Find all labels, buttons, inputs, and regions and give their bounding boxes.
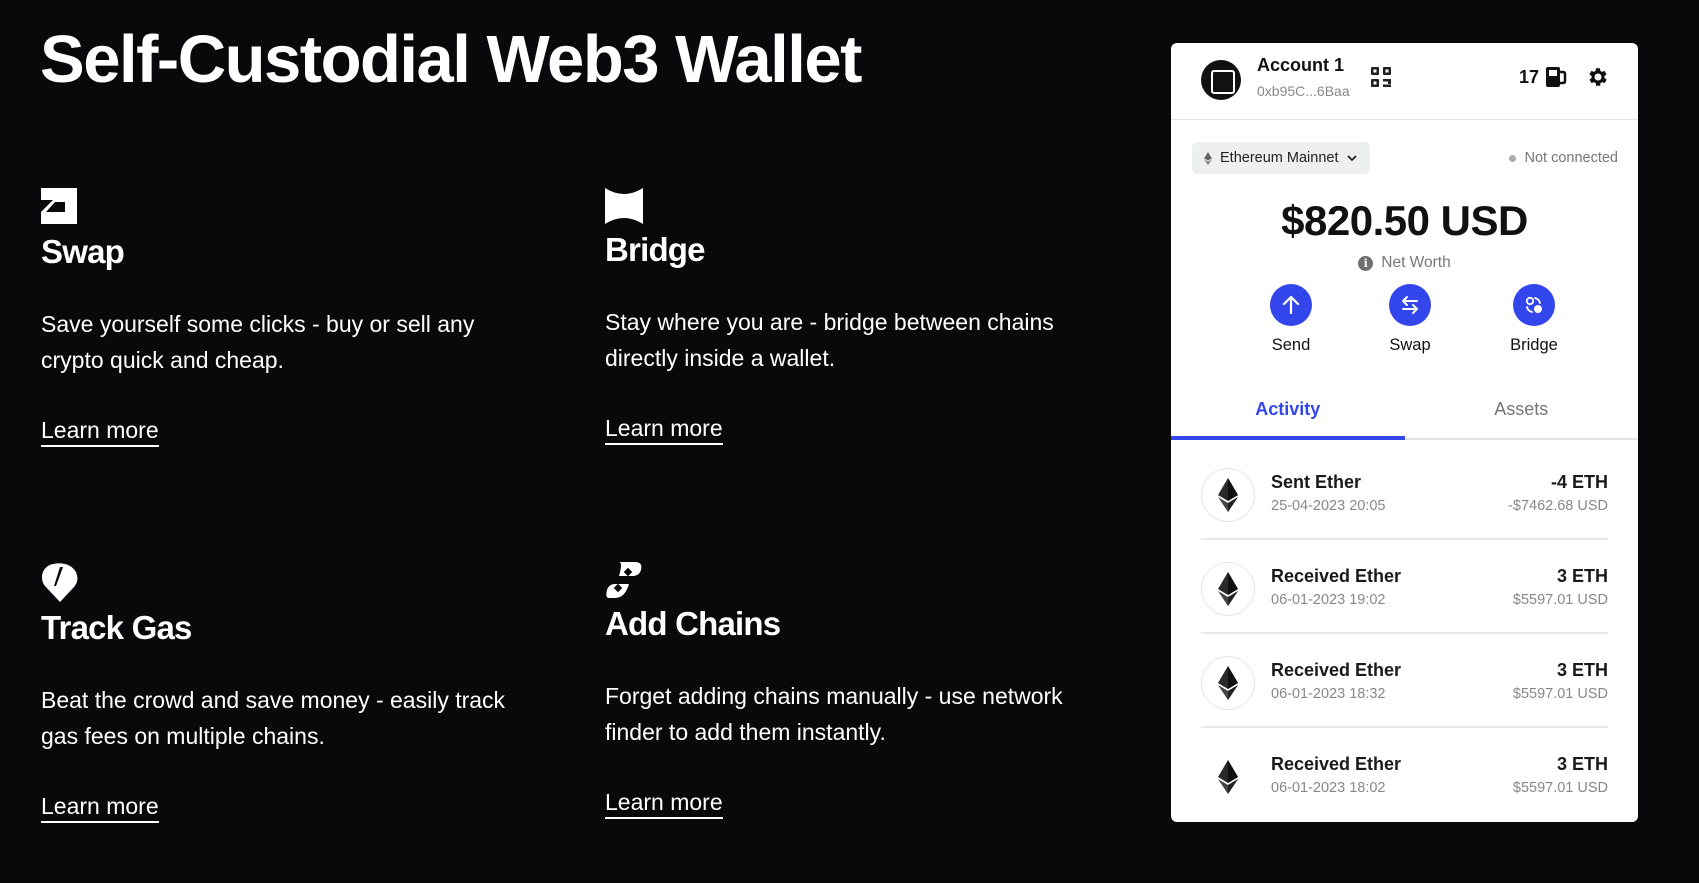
info-icon[interactable]: i: [1358, 255, 1374, 271]
transaction-date: 06-01-2023 18:32: [1271, 686, 1386, 702]
action-buttons: Send Swap Bridge: [1171, 284, 1638, 384]
transaction-usd-value: $5597.01 USD: [1512, 686, 1608, 702]
swap-button[interactable]: Swap: [1370, 284, 1450, 355]
transaction-amount: 3 ETH: [1556, 566, 1608, 586]
settings-gear-icon[interactable]: [1586, 65, 1610, 89]
ethereum-coin-icon: [1201, 562, 1255, 616]
transaction-usd-value: $5597.01 USD: [1512, 780, 1608, 796]
transaction-title: Received Ether: [1271, 566, 1402, 586]
transaction-row[interactable]: Received Ether 06-01-2023 18:32 3 ETH $5…: [1201, 634, 1608, 728]
transaction-amount: -4 ETH: [1550, 472, 1608, 492]
page-title: Self-Custodial Web3 Wallet: [40, 22, 862, 97]
swap-label: Swap: [1389, 336, 1431, 354]
send-label: Send: [1271, 336, 1311, 354]
activity-list: Sent Ether 25-04-2023 20:05 -4 ETH -$746…: [1171, 446, 1638, 822]
gas-price: 17: [1519, 67, 1540, 87]
connection-status-text: Not connected: [1524, 150, 1618, 166]
qr-code-icon[interactable]: [1369, 65, 1393, 89]
learn-more-link[interactable]: Learn more: [41, 792, 159, 823]
connection-status: Not connected: [1509, 150, 1618, 166]
wallet-header: Account 1 0xb95C...6Baa 17: [1171, 43, 1638, 120]
learn-more-link[interactable]: Learn more: [41, 416, 159, 447]
feature-description: Beat the crowd and save money - easily t…: [41, 687, 506, 749]
transaction-row[interactable]: Sent Ether 25-04-2023 20:05 -4 ETH -$746…: [1201, 446, 1608, 540]
transaction-title: Received Ether: [1271, 660, 1402, 680]
feature-title: Bridge: [605, 231, 706, 268]
ethereum-icon: [1204, 151, 1212, 165]
feature-description: Save yourself some clicks - buy or sell …: [41, 311, 475, 373]
feature-description: Forget adding chains manually - use netw…: [605, 683, 1063, 745]
ethereum-coin-icon: [1201, 750, 1255, 804]
ethereum-coin-icon: [1201, 656, 1255, 710]
transaction-title: Sent Ether: [1271, 472, 1362, 492]
status-dot-icon: [1509, 154, 1517, 162]
learn-more-link[interactable]: Learn more: [605, 414, 723, 445]
gas-drop-icon: [41, 563, 78, 602]
ethereum-coin-icon: [1201, 468, 1255, 522]
bridge-nodes-icon: [1525, 296, 1542, 313]
feature-title: Add Chains: [605, 605, 781, 642]
network-name: Ethereum Mainnet: [1220, 150, 1339, 166]
bridge-icon: [605, 188, 643, 224]
feature-title: Track Gas: [41, 609, 192, 646]
feature-title: Swap: [41, 233, 125, 270]
wallet-tabs: Activity Assets: [1171, 384, 1638, 440]
transaction-date: 06-01-2023 18:02: [1271, 780, 1386, 796]
net-worth-balance: $820.50 USD: [1281, 197, 1528, 244]
net-worth-text: Net Worth: [1381, 254, 1451, 271]
chain-link-icon: [606, 562, 642, 598]
tab-assets[interactable]: Assets: [1405, 384, 1639, 438]
transaction-row[interactable]: Received Ether 06-01-2023 18:02 3 ETH $5…: [1201, 728, 1608, 822]
network-row: Ethereum Mainnet Not connected: [1171, 120, 1638, 180]
transaction-title: Received Ether: [1271, 754, 1402, 774]
network-selector[interactable]: Ethereum Mainnet: [1192, 142, 1371, 174]
wallet-panel: Account 1 0xb95C...6Baa 17 Ethereum Main…: [1171, 43, 1638, 822]
transaction-usd-value: $5597.01 USD: [1512, 592, 1608, 608]
swap-icon: [41, 188, 77, 224]
arrow-up-icon: [1282, 295, 1300, 315]
transaction-amount: 3 ETH: [1556, 754, 1608, 774]
chevron-down-icon: [1347, 155, 1358, 162]
feature-track-gas: Track Gas Beat the crowd and save money …: [41, 562, 521, 823]
transaction-usd-value: -$7462.68 USD: [1508, 498, 1608, 514]
learn-more-link[interactable]: Learn more: [605, 788, 723, 819]
account-avatar[interactable]: [1201, 60, 1241, 100]
feature-bridge: Bridge Stay where you are - bridge betwe…: [605, 188, 1085, 445]
transaction-row[interactable]: Received Ether 06-01-2023 19:02 3 ETH $5…: [1201, 540, 1608, 634]
feature-description: Stay where you are - bridge between chai…: [605, 309, 1054, 371]
gas-pump-icon[interactable]: [1544, 65, 1568, 89]
tab-activity[interactable]: Activity: [1171, 384, 1405, 440]
account-address[interactable]: 0xb95C...6Baa: [1257, 83, 1350, 99]
send-button[interactable]: Send: [1251, 284, 1331, 355]
transaction-date: 25-04-2023 20:05: [1271, 498, 1386, 514]
net-worth-label: i Net Worth: [1171, 254, 1638, 272]
account-name[interactable]: Account 1: [1257, 55, 1344, 76]
bridge-label: Bridge: [1510, 336, 1558, 354]
transaction-date: 06-01-2023 19:02: [1271, 592, 1386, 608]
transaction-amount: 3 ETH: [1556, 660, 1608, 680]
bridge-button[interactable]: Bridge: [1494, 284, 1574, 355]
feature-swap: Swap Save yourself some clicks - buy or …: [41, 188, 521, 447]
feature-add-chains: Add Chains Forget adding chains manually…: [605, 562, 1085, 819]
swap-arrows-icon: [1402, 296, 1418, 314]
